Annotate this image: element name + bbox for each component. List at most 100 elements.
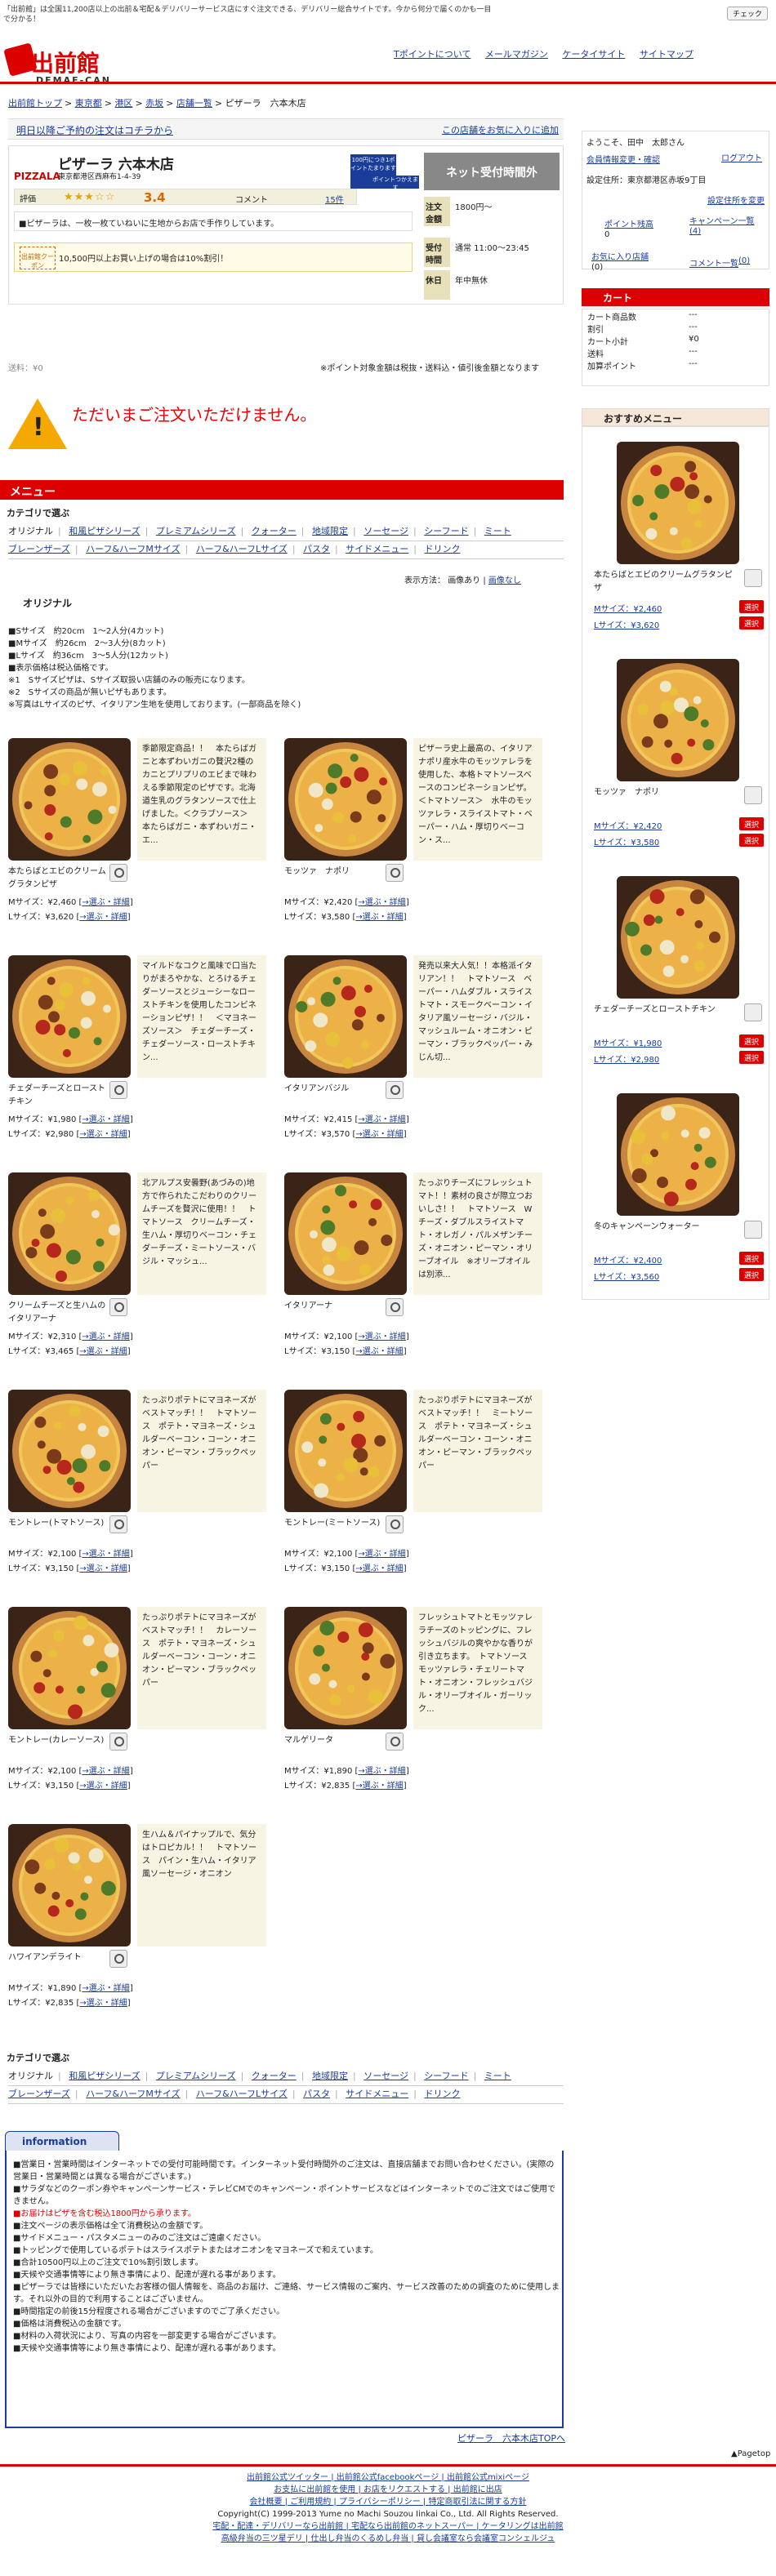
breadcrumb-tokyo[interactable]: 東京都 xyxy=(75,98,102,109)
select-button[interactable]: 選択 xyxy=(739,616,764,630)
select-detail-link[interactable]: →選ぶ・詳細 xyxy=(355,1564,403,1573)
select-detail-link[interactable]: →選ぶ・詳細 xyxy=(355,1347,403,1356)
recommend-image[interactable] xyxy=(617,1093,739,1216)
zoom-icon[interactable] xyxy=(744,1221,762,1239)
top-link-mobile[interactable]: ケータイサイト xyxy=(562,49,625,60)
cat-half-l[interactable]: ハーフ&ハーフLサイズ xyxy=(196,544,288,554)
recommend-image[interactable] xyxy=(617,659,739,781)
pizza-image[interactable] xyxy=(8,1172,131,1295)
select-detail-link[interactable]: →選ぶ・詳細 xyxy=(82,1332,129,1341)
recommend-l-price[interactable]: Lサイズ：¥3,620 xyxy=(594,618,659,630)
select-detail-link[interactable]: →選ぶ・詳細 xyxy=(358,1550,405,1559)
recommend-l-price[interactable]: Lサイズ：¥2,980 xyxy=(594,1052,659,1065)
select-detail-link[interactable]: →選ぶ・詳細 xyxy=(358,898,405,907)
select-detail-link[interactable]: →選ぶ・詳細 xyxy=(82,1550,129,1559)
recommend-m-price[interactable]: Mサイズ：¥1,980 xyxy=(594,1036,662,1048)
logout-link[interactable]: ログアウト xyxy=(721,151,762,163)
zoom-icon[interactable] xyxy=(109,1081,127,1099)
select-detail-link[interactable]: →選ぶ・詳細 xyxy=(358,1332,405,1341)
recommend-m-price[interactable]: Mサイズ：¥2,400 xyxy=(594,1253,662,1266)
pizza-image[interactable] xyxy=(284,1172,407,1295)
footer-links-social[interactable]: 出前館公式ツイッター | 出前館公式facebookページ | 出前館公式mix… xyxy=(0,2471,776,2484)
pizza-image[interactable] xyxy=(284,1390,407,1512)
breadcrumb-minato[interactable]: 港区 xyxy=(114,98,132,109)
favorites-link[interactable]: お気に入り店舗 xyxy=(591,250,649,262)
cat-drink[interactable]: ドリンク xyxy=(424,544,460,554)
select-detail-link[interactable]: →選ぶ・詳細 xyxy=(79,1999,127,2008)
shop-top-link[interactable]: ピザーラ 六本木店TOPへ xyxy=(457,2431,565,2445)
select-detail-link[interactable]: →選ぶ・詳細 xyxy=(79,1130,127,1139)
select-button[interactable]: 選択 xyxy=(739,1252,764,1265)
cat-meat[interactable]: ミート xyxy=(484,526,511,536)
select-detail-link[interactable]: →選ぶ・詳細 xyxy=(82,1984,129,1993)
cat-regional[interactable]: 地域限定 xyxy=(312,526,348,536)
select-detail-link[interactable]: →選ぶ・詳細 xyxy=(79,913,127,922)
zoom-icon[interactable] xyxy=(386,1081,404,1099)
zoom-icon[interactable] xyxy=(109,1733,127,1751)
select-detail-link[interactable]: →選ぶ・詳細 xyxy=(79,1782,127,1791)
footer-links-partner[interactable]: 高級弁当の三ツ星デリ | 仕出し弁当のくるめし弁当 | 貸し会議室なら会議室コン… xyxy=(0,2533,776,2545)
add-favorite-link[interactable]: この店舗をお気に入りに追加 xyxy=(442,123,559,136)
select-detail-link[interactable]: →選ぶ・詳細 xyxy=(358,1767,405,1776)
comment-count-link[interactable]: 15件 xyxy=(325,193,344,205)
cat-wafu[interactable]: 和風ピザシリーズ xyxy=(69,526,140,536)
select-button[interactable]: 選択 xyxy=(739,834,764,847)
cat-drink[interactable]: ドリンク xyxy=(424,2089,460,2099)
pagetop-link[interactable]: ▲Pagetop xyxy=(731,2449,770,2458)
footer-links-company[interactable]: 会社概要 | ご利用規約 | プライバシーポリシー | 特定商取引法に関する方針 xyxy=(0,2496,776,2508)
pizza-image[interactable] xyxy=(8,1824,131,1946)
cat-wafu[interactable]: 和風ピザシリーズ xyxy=(69,2071,140,2081)
pizza-image[interactable] xyxy=(8,738,131,861)
check-button[interactable]: チェック xyxy=(726,7,768,20)
zoom-icon[interactable] xyxy=(109,864,127,882)
select-detail-link[interactable]: →選ぶ・詳細 xyxy=(79,1564,127,1573)
zoom-icon[interactable] xyxy=(386,864,404,882)
footer-links-delivery[interactable]: 宅配・配達・デリバリーなら出前館 | 宅配なら出前館のネットスーパー | ケータ… xyxy=(0,2520,776,2533)
top-link-mailmag[interactable]: メールマガジン xyxy=(485,49,548,60)
top-link-sitemap[interactable]: サイトマップ xyxy=(640,49,693,60)
cat-sausage[interactable]: ソーセージ xyxy=(363,526,408,536)
recommend-l-price[interactable]: Lサイズ：¥3,560 xyxy=(594,1270,659,1282)
cat-half-m[interactable]: ハーフ&ハーフMサイズ xyxy=(86,544,180,554)
cat-regional[interactable]: 地域限定 xyxy=(312,2071,348,2081)
cat-pasta[interactable]: パスタ xyxy=(303,2089,330,2099)
cat-half-l[interactable]: ハーフ&ハーフLサイズ xyxy=(196,2089,288,2099)
footer-links-service[interactable]: お支払に出前館を使用 | お店をリクエストする | 出前館に出店 xyxy=(0,2484,776,2496)
select-button[interactable]: 選択 xyxy=(739,1268,764,1281)
recommend-image[interactable] xyxy=(617,876,739,999)
zoom-icon[interactable] xyxy=(386,1733,404,1751)
campaign-link[interactable]: キャンペーン一覧 xyxy=(689,214,755,226)
select-detail-link[interactable]: →選ぶ・詳細 xyxy=(82,1767,129,1776)
cat-quarter[interactable]: クォーター xyxy=(252,526,297,536)
zoom-icon[interactable] xyxy=(109,1950,127,1968)
cat-sausage[interactable]: ソーセージ xyxy=(363,2071,408,2081)
pizza-image[interactable] xyxy=(8,1607,131,1729)
display-mode-noimage[interactable]: 画像なし xyxy=(488,576,521,585)
select-button[interactable]: 選択 xyxy=(739,600,764,613)
zoom-icon[interactable] xyxy=(109,1298,127,1316)
recommend-m-price[interactable]: Mサイズ：¥2,420 xyxy=(594,819,662,831)
member-info-link[interactable]: 会員情報変更・確認 xyxy=(586,156,660,165)
pizza-image[interactable] xyxy=(284,1607,407,1729)
cat-side[interactable]: サイドメニュー xyxy=(346,2089,408,2099)
cat-quarter[interactable]: クォーター xyxy=(252,2071,297,2081)
zoom-icon[interactable] xyxy=(744,569,762,587)
pizza-image[interactable] xyxy=(8,1390,131,1512)
select-detail-link[interactable]: →選ぶ・詳細 xyxy=(355,913,403,922)
comments-link[interactable]: コメント一覧 xyxy=(689,256,738,269)
breadcrumb-akasaka[interactable]: 赤坂 xyxy=(145,98,163,109)
cat-plain[interactable]: ブレーンザーズ xyxy=(8,544,70,554)
select-button[interactable]: 選択 xyxy=(739,1051,764,1064)
select-detail-link[interactable]: →選ぶ・詳細 xyxy=(82,1115,129,1124)
cat-premium[interactable]: プレミアムシリーズ xyxy=(156,2071,236,2081)
select-detail-link[interactable]: →選ぶ・詳細 xyxy=(358,1115,405,1124)
select-button[interactable]: 選択 xyxy=(739,1034,764,1048)
select-detail-link[interactable]: →選ぶ・詳細 xyxy=(82,898,129,907)
top-link-tpoint[interactable]: Tポイントについて xyxy=(394,49,471,60)
cat-seafood[interactable]: シーフード xyxy=(424,2071,468,2081)
recommend-m-price[interactable]: Mサイズ：¥2,460 xyxy=(594,602,662,614)
campaign-count[interactable]: (4) xyxy=(689,227,701,236)
breadcrumb-top[interactable]: 出前館トップ xyxy=(8,98,62,109)
cat-pasta[interactable]: パスタ xyxy=(303,544,330,554)
reservation-link[interactable]: 明日以降ご予約の注文はコチラから xyxy=(16,125,173,136)
